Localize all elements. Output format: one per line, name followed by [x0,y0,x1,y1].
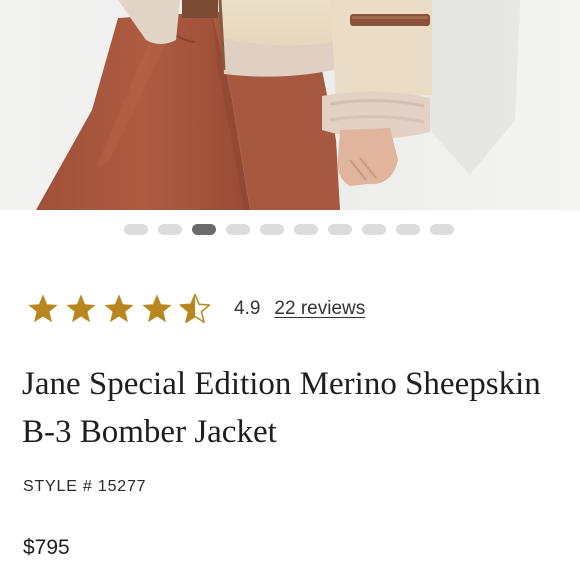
carousel-dot[interactable] [158,224,182,235]
carousel-dot[interactable] [362,224,386,235]
carousel-dot[interactable] [226,224,250,235]
carousel-dot-active[interactable] [192,224,216,235]
carousel-dot[interactable] [294,224,318,235]
carousel-pagination [124,224,454,235]
star-full-icon [102,293,136,325]
star-rating [26,293,212,325]
product-image[interactable] [0,0,580,210]
product-page: 4.9 22 reviews Jane Special Edition Meri… [0,0,580,580]
star-full-icon [140,293,174,325]
carousel-dot[interactable] [328,224,352,235]
rating-score: 4.9 [234,298,261,319]
product-price: $795 [23,536,70,559]
product-title: Jane Special Edition Merino Sheepskin B-… [22,366,541,450]
carousel-dot[interactable] [260,224,284,235]
star-full-icon [26,293,60,325]
star-full-icon [64,293,98,325]
style-number: STYLE # 15277 [23,478,147,495]
rating-summary: 4.9 22 reviews [26,292,365,326]
reviews-link[interactable]: 22 reviews [274,298,365,320]
carousel-dot[interactable] [396,224,420,235]
carousel-dot[interactable] [124,224,148,235]
star-half-icon [178,293,212,325]
carousel-dot[interactable] [430,224,454,235]
product-photo-illustration [0,0,580,210]
